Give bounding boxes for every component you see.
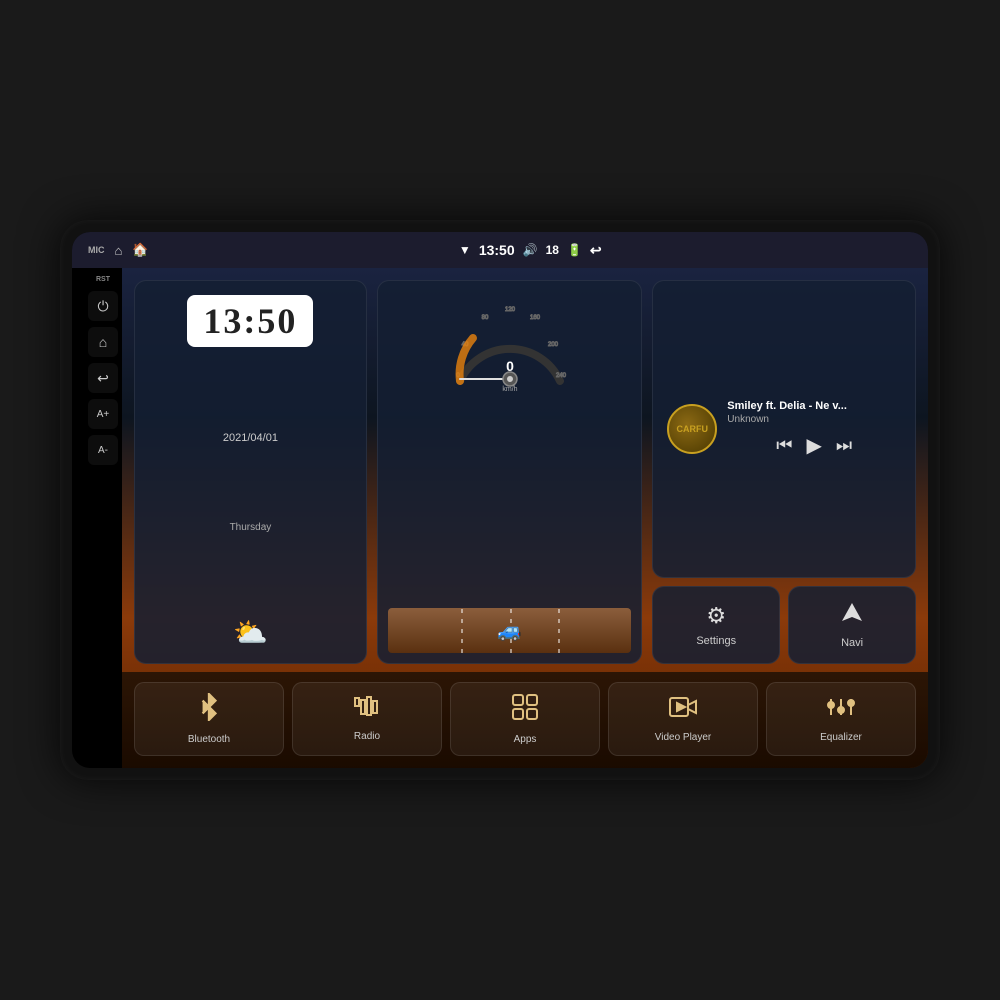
volume-level: 18 <box>546 243 559 257</box>
svg-text:240: 240 <box>556 373 567 379</box>
rst-label: RST <box>96 276 110 283</box>
video-icon <box>669 695 697 726</box>
music-text: Smiley ft. Delia - Ne v... Unknown ⏮ ▶ ⏭ <box>727 400 901 458</box>
vol-up-button[interactable]: A+ <box>88 399 118 429</box>
dock-item-bluetooth[interactable]: Bluetooth <box>134 682 284 756</box>
music-title: Smiley ft. Delia - Ne v... <box>727 400 901 412</box>
status-center: ▼ 13:50 🔊 18 🔋 ↩ <box>459 242 602 259</box>
main-content: 13:50 2021/04/01 Thursday ⛅ <box>122 268 928 768</box>
status-left: MIC ⌂ 🏠 <box>88 242 149 258</box>
music-controls: ⏮ ▶ ⏭ <box>727 433 901 458</box>
music-artist: Unknown <box>727 414 901 425</box>
svg-text:80: 80 <box>481 315 488 321</box>
status-bar: MIC ⌂ 🏠 ▼ 13:50 🔊 18 🔋 ↩ <box>72 232 928 268</box>
apps-icon <box>511 693 539 728</box>
radio-label: Radio <box>354 731 380 742</box>
album-label: CARFU <box>677 424 709 434</box>
dock-item-equalizer[interactable]: Equalizer <box>766 682 916 756</box>
road-bg: 🚙 <box>388 608 631 653</box>
equalizer-icon <box>827 695 855 726</box>
screen: MIC ⌂ 🏠 ▼ 13:50 🔊 18 🔋 ↩ RST ⏻ ⌂ ↩ A+ A- <box>72 232 928 768</box>
navi-label: Navi <box>841 637 863 649</box>
radio-icon <box>353 696 381 725</box>
gauge-container: 0 40 80 120 160 200 240 <box>445 291 575 401</box>
power-button[interactable]: ⏻ <box>88 291 118 321</box>
video-player-label: Video Player <box>655 732 712 743</box>
apps-label: Apps <box>514 734 537 745</box>
bluetooth-label: Bluetooth <box>188 734 230 745</box>
car-stereo-device: MIC ⌂ 🏠 ▼ 13:50 🔊 18 🔋 ↩ RST ⏻ ⌂ ↩ A+ A- <box>60 220 940 780</box>
gauge-svg: 0 40 80 120 160 200 240 <box>445 291 575 401</box>
home-icon[interactable]: ⌂ <box>115 243 123 258</box>
settings-navi-row: ⚙ Settings Navi <box>652 586 916 664</box>
equalizer-label: Equalizer <box>820 732 862 743</box>
car-icon: 🚙 <box>497 618 522 643</box>
navi-icon <box>840 601 864 631</box>
side-panel: RST ⏻ ⌂ ↩ A+ A- <box>84 268 122 768</box>
battery-icon: 🔋 <box>567 243 582 257</box>
svg-text:0: 0 <box>506 358 514 374</box>
weather-icon: ⛅ <box>233 616 268 649</box>
svg-text:200: 200 <box>548 342 559 348</box>
clock-date: 2021/04/01 <box>223 432 278 444</box>
volume-icon: 🔊 <box>523 243 538 257</box>
prev-button[interactable]: ⏮ <box>776 435 792 456</box>
mic-label: MIC <box>88 245 105 255</box>
vol-down-button[interactable]: A- <box>88 435 118 465</box>
dock-item-video-player[interactable]: Video Player <box>608 682 758 756</box>
wifi-icon: ▼ <box>459 243 471 257</box>
settings-icon: ⚙ <box>706 603 726 629</box>
home-filled-icon[interactable]: 🏠 <box>132 242 148 258</box>
clock-day: Thursday <box>230 522 272 533</box>
clock-time: 13:50 <box>203 303 297 339</box>
svg-text:160: 160 <box>530 315 541 321</box>
bluetooth-icon <box>195 693 223 728</box>
svg-text:km/h: km/h <box>502 386 517 393</box>
back-side-button[interactable]: ↩ <box>88 363 118 393</box>
navi-button[interactable]: Navi <box>788 586 916 664</box>
status-time: 13:50 <box>479 242 515 258</box>
settings-button[interactable]: ⚙ Settings <box>652 586 780 664</box>
music-info-card: CARFU Smiley ft. Delia - Ne v... Unknown… <box>652 280 916 578</box>
clock-widget: 13:50 2021/04/01 Thursday ⛅ <box>134 280 367 664</box>
road-line-left <box>461 608 463 653</box>
svg-text:120: 120 <box>505 307 516 313</box>
speedometer-widget: 0 40 80 120 160 200 240 <box>377 280 642 664</box>
road-line-right <box>558 608 560 653</box>
clock-display: 13:50 <box>187 295 313 347</box>
road-scene: 🚙 <box>388 598 631 653</box>
music-section: CARFU Smiley ft. Delia - Ne v... Unknown… <box>652 280 916 664</box>
top-section: 13:50 2021/04/01 Thursday ⛅ <box>122 268 928 672</box>
dock-item-apps[interactable]: Apps <box>450 682 600 756</box>
next-button[interactable]: ⏭ <box>836 435 852 456</box>
album-art: CARFU <box>667 404 717 454</box>
bottom-dock: Bluetooth Radio <box>122 672 928 768</box>
home-side-button[interactable]: ⌂ <box>88 327 118 357</box>
play-button[interactable]: ▶ <box>806 433 821 458</box>
settings-label: Settings <box>696 635 736 647</box>
back-icon[interactable]: ↩ <box>590 242 602 259</box>
dock-item-radio[interactable]: Radio <box>292 682 442 756</box>
